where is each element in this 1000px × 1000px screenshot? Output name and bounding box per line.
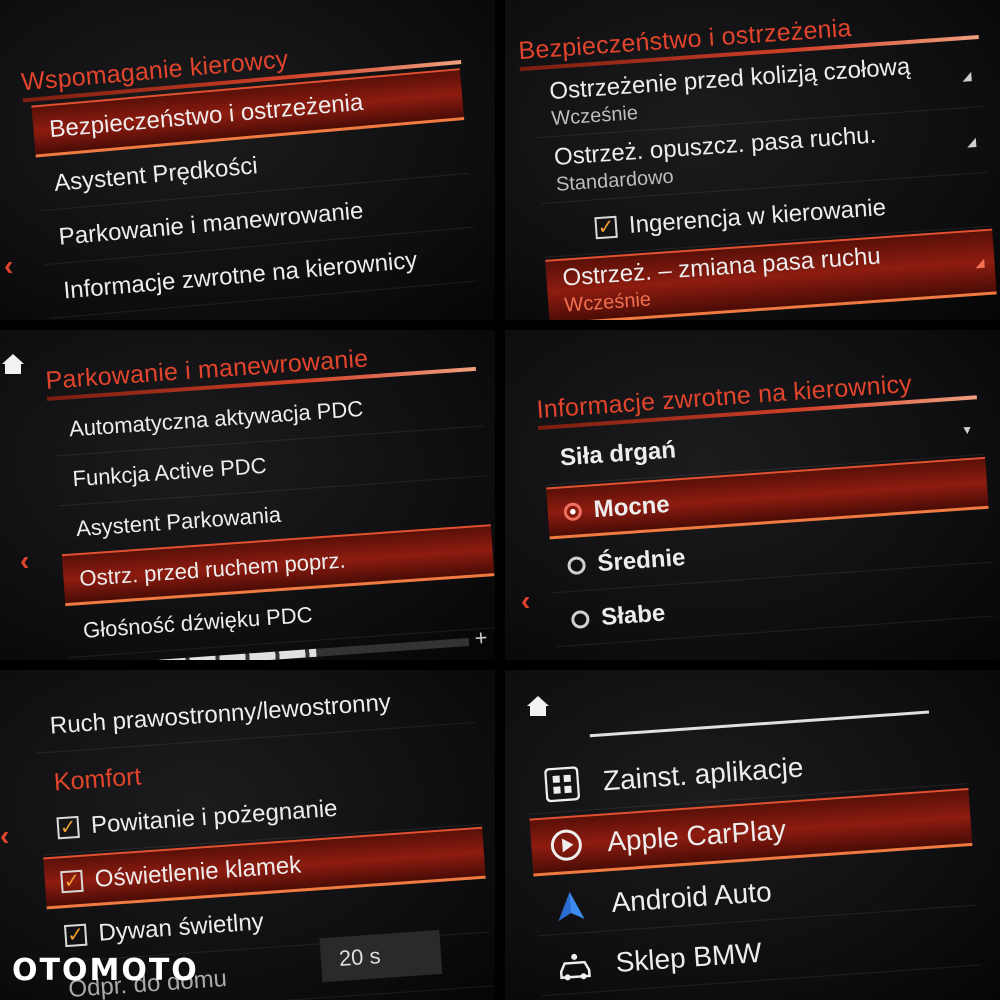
radio-icon [566,555,587,575]
store-car-icon [554,945,595,986]
panel-parking: Parkowanie i manewrowanie Automatyczna a… [0,330,495,660]
option-label: Mocne [592,490,671,523]
menu-item-label: Powitanie i pożegnanie [90,794,339,839]
back-arrow-icon[interactable]: ‹ [20,545,29,577]
menu-item-label: Android Auto [610,875,773,918]
radio-selected-icon [563,501,583,521]
expand-triangle-icon: ◢ [961,68,972,83]
panel-apps: Zainst. aplikacje Apple CarPlay Android … [505,670,1000,1000]
plus-icon[interactable]: + [474,625,489,652]
checkbox-icon[interactable]: ✓ [56,815,80,839]
menu-item-label: Ruch prawostronny/lewostronny [49,688,392,740]
carplay-icon [546,824,587,865]
menu-item-label: Głośność dźwięku PDC [82,601,314,643]
expand-triangle-icon: ◢ [974,254,985,270]
checkbox-icon[interactable]: ✓ [60,869,84,893]
option-label: Średnie [596,543,687,577]
home-icon[interactable] [0,352,26,376]
option-header-label: Siła drgań [559,435,677,471]
menu-item-label: Oświetlenie klamek [93,851,302,893]
android-auto-icon [550,885,591,926]
menu-item-label: Funkcja Active PDC [71,452,268,491]
otomoto-logo: OTOMOTO [12,953,199,988]
panel-driver-assistance: Wspomaganie kierowcy Bezpieczeństwo i os… [0,0,495,320]
menu-item-label: Sklep BMW [614,936,763,978]
app-list: Zainst. aplikacje Apple CarPlay Android … [525,728,982,1000]
checkbox-icon[interactable]: ✓ [594,215,618,239]
menu-list: Bezpieczeństwo i ostrzeżenia Asystent Pr… [31,68,480,320]
settings-list: Ruch prawostronny/lewostronny Komfort ✓ P… [31,670,494,1000]
option-label: Słabe [600,599,667,631]
menu-item-label: Ostrz. przed ruchem poprz. [78,546,347,591]
collapse-triangle-icon[interactable]: ▼ [961,422,974,437]
menu-list: Automatyczna aktywacja PDC Funkcja Activ… [51,374,495,660]
option-list: Siła drgań ▼ Mocne Średnie Słabe [542,402,998,660]
menu-item-label: Asystent Prędkości [52,151,259,197]
home-icon[interactable] [525,694,551,718]
menu-item-label: Ingerencja w kierowanie [628,193,887,239]
time-value: 20 s [338,943,382,972]
menu-item-label: Dywan świetlny [97,907,265,947]
panel-safety-warnings: Bezpieczeństwo i ostrzeżenia Ostrzeżenie… [505,0,1000,320]
panel-steering-feedback: Informacje zwrotne na kierownicy Siła dr… [505,330,1000,660]
radio-icon [570,609,590,629]
expand-triangle-icon: ◢ [966,134,977,149]
panel-comfort: Ruch prawostronny/lewostronny Komfort ✓ P… [0,670,495,1000]
back-arrow-icon[interactable]: ‹ [521,585,530,617]
menu-list: Ostrzeżenie przed kolizją czołową Wcześni… [532,43,997,320]
time-value-box[interactable]: 20 s [319,929,443,983]
menu-item-label: Zainst. aplikacje [601,750,805,796]
menu-item-label: Apple CarPlay [606,813,787,857]
back-arrow-icon[interactable]: ‹ [0,820,9,852]
menu-item-label: Asystent Parkowania [75,501,282,541]
back-arrow-icon[interactable]: ‹ [4,250,13,282]
apps-grid-icon [542,764,583,805]
menu-item-traffic-side[interactable]: Ruch prawostronny/lewostronny [32,671,475,754]
section-title: Komfort [53,762,143,797]
checkbox-icon[interactable]: ✓ [63,923,88,947]
